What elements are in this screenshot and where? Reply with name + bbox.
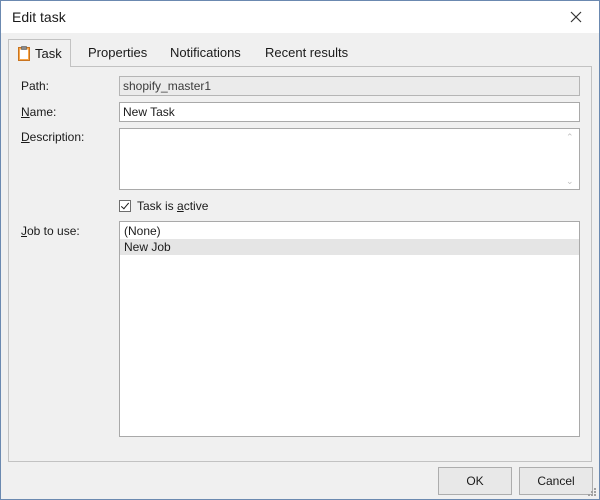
cancel-button[interactable]: Cancel	[519, 467, 593, 495]
job-label-text: ob to use:	[27, 224, 80, 238]
task-active-label-rest: ctive	[183, 199, 209, 213]
task-active-checkbox-row[interactable]: Task is active	[119, 197, 208, 215]
scroll-down-icon[interactable]: ⌄	[566, 176, 574, 186]
tab-strip: Task Properties Notifications Recent res…	[8, 39, 592, 67]
name-label-text: ame:	[29, 105, 57, 119]
description-field[interactable]: ⌃ ⌄	[119, 128, 580, 190]
name-label-mnemonic: N	[21, 105, 30, 119]
tab-properties[interactable]: Properties	[79, 41, 156, 65]
tab-task-label: Task	[35, 46, 62, 61]
edit-task-dialog: Edit task Task Properties Notifications …	[0, 0, 600, 500]
description-label: Description:	[21, 130, 84, 144]
window-title: Edit task	[12, 9, 66, 25]
list-item-selected[interactable]: New Job	[120, 239, 579, 255]
name-label: Name:	[21, 105, 56, 119]
name-field[interactable]: New Task	[119, 102, 580, 122]
clipboard-icon	[18, 46, 30, 61]
job-listbox[interactable]: (None) New Job	[119, 221, 580, 437]
task-active-label-mnemonic: a	[177, 199, 184, 213]
description-scrollbar[interactable]: ⌃ ⌄	[562, 129, 579, 189]
title-bar[interactable]: Edit task	[1, 1, 599, 33]
path-label: Path:	[21, 79, 50, 93]
tab-recent-results[interactable]: Recent results	[256, 41, 357, 65]
close-button[interactable]	[553, 1, 599, 32]
resize-grip-icon[interactable]	[587, 487, 597, 497]
description-label-text: escription:	[29, 130, 85, 144]
tab-notifications-label: Notifications	[170, 45, 241, 60]
tab-properties-label: Properties	[88, 45, 148, 60]
path-field[interactable]: shopify_master1	[119, 76, 580, 96]
list-item[interactable]: (None)	[120, 223, 579, 239]
task-active-label-pre: Task is	[137, 199, 178, 213]
tab-task[interactable]: Task	[8, 39, 71, 67]
task-tab-page: Path: shopify_master1 Name: New Task Des…	[8, 66, 592, 462]
tab-notifications[interactable]: Notifications	[161, 41, 250, 65]
job-label: Job to use:	[21, 224, 80, 238]
tab-recent-results-label: Recent results	[265, 45, 349, 60]
close-icon	[570, 11, 582, 22]
task-active-label: Task is active	[137, 199, 208, 213]
ok-button[interactable]: OK	[438, 467, 512, 495]
task-active-checkbox[interactable]	[119, 200, 131, 212]
description-label-mnemonic: D	[21, 130, 30, 144]
scroll-up-icon[interactable]: ⌃	[566, 132, 574, 142]
dialog-footer: OK Cancel	[1, 463, 599, 499]
